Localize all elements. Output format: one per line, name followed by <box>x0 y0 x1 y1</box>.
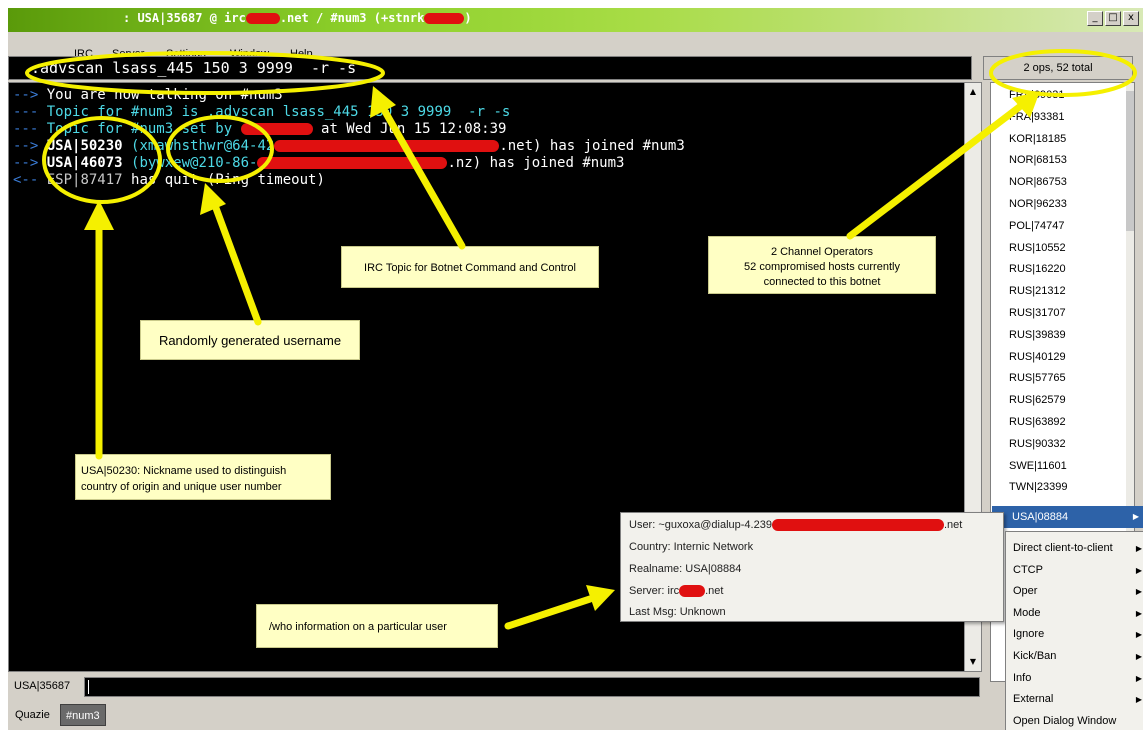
chevron-right-icon: ▶ <box>1135 608 1142 618</box>
whois-user: User: ~guxoxa@dialup-4.239 .net <box>629 519 963 532</box>
context-menu-item[interactable]: Direct client-to-client <box>1013 542 1113 554</box>
chevron-right-icon: ▶ <box>1135 630 1142 640</box>
nick-list-item[interactable]: FRA|93381 <box>1009 111 1064 123</box>
callout-operators: 2 Channel Operators 52 compromised hosts… <box>708 236 936 294</box>
nick-list-item[interactable]: RUS|10552 <box>1009 242 1066 254</box>
tab-quazie[interactable]: Quazie <box>10 704 55 726</box>
chevron-right-icon: ▶ <box>1135 652 1142 661</box>
nick-list-item[interactable]: TWN|23399 <box>1009 481 1068 493</box>
ops-count: 2 ops, 52 total <box>983 56 1133 80</box>
chat-lines: --> You are now talking on #num3 --- Topi… <box>13 87 685 189</box>
callout-topic: IRC Topic for Botnet Command and Control <box>341 246 599 288</box>
nick-list-item[interactable]: RUS|16220 <box>1009 263 1066 275</box>
context-menu-item[interactable]: Oper <box>1013 585 1037 597</box>
nick-list-item[interactable]: RUS|63892 <box>1009 416 1066 428</box>
maximize-button[interactable]: □ <box>1105 11 1121 26</box>
nick-list-item[interactable]: SWE|11601 <box>1009 460 1067 472</box>
command-text: .advscan lsass_445 150 3 9999 -r -s <box>31 59 357 77</box>
context-menu-item[interactable]: Ignore <box>1013 628 1044 640</box>
title-bar[interactable]: : USA|35687 @ irc .net / #num3 (+stnrk) _… <box>8 8 1143 32</box>
whois-server: Server: irc .net <box>629 585 724 598</box>
chat-line: --- Topic for #num3 set by at Wed Jun 15… <box>13 121 507 137</box>
redaction-mark <box>257 157 448 169</box>
chat-line: <-- ESP|87417 has quit (Ping timeout) <box>13 172 325 188</box>
nick-list-item[interactable]: FRA|69031 <box>1009 89 1064 101</box>
scroll-up-icon[interactable]: ▲ <box>967 85 979 99</box>
nick-context-menu: Direct client-to-client ▶ CTCP ▶ Oper ▶ Mode ▶ I… <box>1005 531 1143 730</box>
nick-list-item[interactable]: POL|74747 <box>1009 220 1064 232</box>
callout-nickname: USA|50230: Nickname used to distinguish … <box>75 454 331 500</box>
nick-list-item[interactable]: NOR|68153 <box>1009 154 1067 166</box>
nick-list-item[interactable]: NOR|96233 <box>1009 198 1067 210</box>
context-menu-item[interactable]: External <box>1013 693 1053 705</box>
chevron-right-icon: ▶ <box>1135 565 1142 575</box>
callout-whois: /who information on a particular user <box>256 604 498 648</box>
nick-list-item[interactable]: KOR|18185 <box>1009 133 1066 145</box>
tab-num3[interactable]: #num3 <box>60 704 106 726</box>
chat-line: --> You are now talking on #num3 <box>13 87 283 103</box>
chat-line: --> USA|50230 (xmawhsthwr@64-42 .net) has… <box>13 138 685 154</box>
whois-country: Country: Internic Network <box>629 541 754 553</box>
nick-list-item[interactable]: RUS|21312 <box>1009 285 1066 297</box>
redaction-mark <box>771 519 944 532</box>
nick-list-item[interactable]: RUS|62579 <box>1009 394 1066 406</box>
input-nick-label: USA|35687 <box>14 680 71 692</box>
nick-list-item[interactable]: RUS|90332 <box>1009 438 1066 450</box>
context-menu-item[interactable]: Kick/Ban <box>1013 650 1056 662</box>
nick-list-item[interactable]: RUS|31707 <box>1009 307 1066 319</box>
chat-line: --- Topic for #num3 is .advscan lsass_44… <box>13 104 511 120</box>
nick-scroll-thumb[interactable] <box>1126 91 1134 231</box>
redaction-mark <box>424 13 465 24</box>
nick-list-item[interactable]: RUS|40129 <box>1009 351 1066 363</box>
nick-list-item[interactable]: RUS|57765 <box>1009 372 1066 384</box>
input-bar: USA|35687 <box>8 676 982 698</box>
whois-popup: User: ~guxoxa@dialup-4.239 .net Country: … <box>620 512 1004 622</box>
message-input[interactable] <box>84 677 980 697</box>
command-bar[interactable]: .advscan lsass_445 150 3 9999 -r -s <box>8 56 972 80</box>
chevron-right-icon: ▶ <box>1135 544 1142 553</box>
whois-last-msg: Last Msg: Unknown <box>629 606 726 618</box>
chevron-right-icon: ▶ <box>1135 695 1142 705</box>
whois-realname: Realname: USA|08884 <box>629 563 742 575</box>
context-menu-item[interactable]: Info <box>1013 672 1031 684</box>
context-menu-item[interactable]: CTCP <box>1013 564 1043 576</box>
tab-bar: Quazie #num3 <box>8 702 982 728</box>
scroll-down-icon[interactable]: ▼ <box>967 655 979 669</box>
context-menu-item[interactable]: Open Dialog Window <box>1013 715 1116 727</box>
context-menu-item[interactable]: Mode <box>1013 607 1041 619</box>
chat-line: --> USA|46073 (bywxew@210-86- .nz) has jo… <box>13 155 625 171</box>
close-button[interactable]: x <box>1123 11 1139 26</box>
nick-list-item[interactable]: RUS|39839 <box>1009 329 1066 341</box>
chevron-right-icon: ▶ <box>1135 673 1142 683</box>
window-title: : USA|35687 @ irc .net / #num3 (+stnrk) <box>123 11 472 25</box>
redaction-mark <box>245 13 280 24</box>
nick-list-item[interactable]: NOR|86753 <box>1009 176 1067 188</box>
chevron-right-icon: ▶ <box>1135 587 1142 597</box>
selected-nick-item[interactable]: USA|08884 ▶ <box>992 506 1143 528</box>
redaction-mark <box>679 585 706 598</box>
callout-username: Randomly generated username <box>140 320 360 360</box>
redaction-mark <box>240 123 313 135</box>
chevron-right-icon: ▶ <box>1132 512 1139 521</box>
redaction-mark <box>274 140 500 152</box>
minimize-button[interactable]: _ <box>1087 11 1103 26</box>
